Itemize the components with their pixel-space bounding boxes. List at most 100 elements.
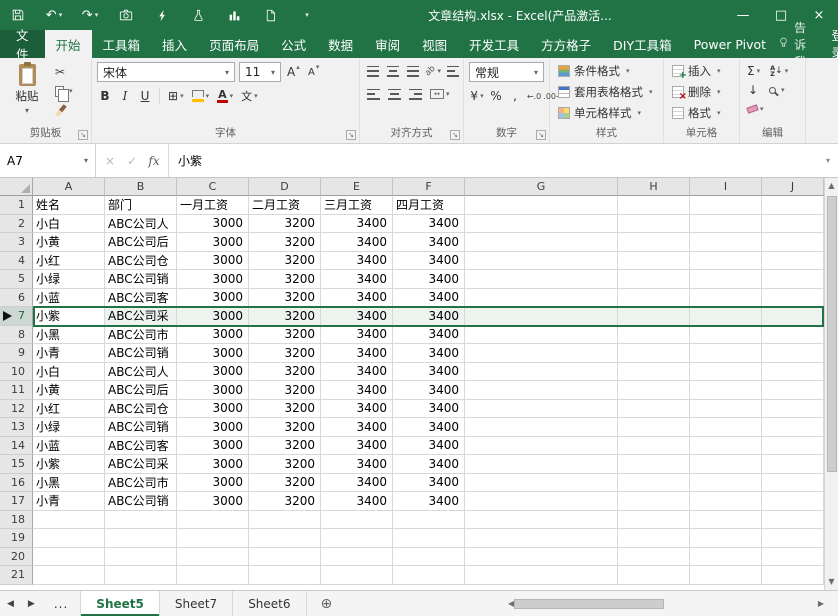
- cell-J8[interactable]: [762, 326, 824, 345]
- cell-J4[interactable]: [762, 252, 824, 271]
- cell-J5[interactable]: [762, 270, 824, 289]
- cell-C2[interactable]: 3000: [177, 215, 249, 234]
- cell-J13[interactable]: [762, 418, 824, 437]
- cell-J20[interactable]: [762, 548, 824, 567]
- tab-Power Pivot[interactable]: Power Pivot: [683, 30, 777, 58]
- cell-A14[interactable]: 小蓝: [33, 437, 105, 456]
- cell-H9[interactable]: [618, 344, 690, 363]
- tab-开发工具[interactable]: 开发工具: [458, 30, 530, 58]
- columns-chart-icon[interactable]: [224, 3, 244, 27]
- cell-H11[interactable]: [618, 381, 690, 400]
- tab-视图[interactable]: 视图: [411, 30, 458, 58]
- fill-color-button[interactable]: ▾: [190, 87, 212, 105]
- row-header-2[interactable]: 2: [0, 215, 33, 234]
- alignment-dialog-launcher[interactable]: ↘: [450, 130, 460, 140]
- cell-E19[interactable]: [321, 529, 393, 548]
- cell-F13[interactable]: 3400: [393, 418, 465, 437]
- cell-A4[interactable]: 小红: [33, 252, 105, 271]
- cell-G17[interactable]: [465, 492, 618, 511]
- clipboard-dialog-launcher[interactable]: ↘: [78, 130, 88, 140]
- qat-customize-icon[interactable]: ▾: [296, 3, 316, 27]
- new-sheet-button[interactable]: ⊕: [307, 596, 347, 612]
- cell-G10[interactable]: [465, 363, 618, 382]
- cell-C16[interactable]: 3000: [177, 474, 249, 493]
- cell-I12[interactable]: [690, 400, 762, 419]
- phonetic-button[interactable]: 文▾: [239, 87, 260, 105]
- cell-G15[interactable]: [465, 455, 618, 474]
- cell-D21[interactable]: [249, 566, 321, 585]
- cell-B18[interactable]: [105, 511, 177, 530]
- cell-G14[interactable]: [465, 437, 618, 456]
- cell-D18[interactable]: [249, 511, 321, 530]
- undo-icon[interactable]: ↶▾: [44, 3, 64, 27]
- cell-G20[interactable]: [465, 548, 618, 567]
- cell-J21[interactable]: [762, 566, 824, 585]
- cell-E13[interactable]: 3400: [321, 418, 393, 437]
- cell-G19[interactable]: [465, 529, 618, 548]
- cell-B7[interactable]: ABC公司采: [105, 307, 177, 326]
- autosum-button[interactable]: Σ▾: [745, 62, 762, 80]
- cell-I13[interactable]: [690, 418, 762, 437]
- cell-H10[interactable]: [618, 363, 690, 382]
- cell-D20[interactable]: [249, 548, 321, 567]
- cell-I1[interactable]: [690, 196, 762, 215]
- cell-G9[interactable]: [465, 344, 618, 363]
- insert-function-icon[interactable]: fx: [143, 154, 165, 168]
- cell-I21[interactable]: [690, 566, 762, 585]
- cell-J15[interactable]: [762, 455, 824, 474]
- tab-公式[interactable]: 公式: [270, 30, 317, 58]
- cell-C10[interactable]: 3000: [177, 363, 249, 382]
- cell-G11[interactable]: [465, 381, 618, 400]
- cell-C13[interactable]: 3000: [177, 418, 249, 437]
- cell-C4[interactable]: 3000: [177, 252, 249, 271]
- cell-H13[interactable]: [618, 418, 690, 437]
- cell-F18[interactable]: [393, 511, 465, 530]
- cell-G8[interactable]: [465, 326, 618, 345]
- cell-A10[interactable]: 小白: [33, 363, 105, 382]
- cell-A15[interactable]: 小紫: [33, 455, 105, 474]
- cell-E8[interactable]: 3400: [321, 326, 393, 345]
- cell-I20[interactable]: [690, 548, 762, 567]
- sheet-nav-left-icon[interactable]: ◀: [0, 599, 21, 609]
- column-header-G[interactable]: G: [465, 178, 618, 196]
- scroll-up-icon[interactable]: ▲: [828, 178, 834, 194]
- sheet-tab-Sheet6[interactable]: Sheet6: [233, 591, 306, 616]
- row-header-15[interactable]: 15: [0, 455, 33, 474]
- row-header-4[interactable]: 4: [0, 252, 33, 271]
- cell-D19[interactable]: [249, 529, 321, 548]
- scroll-right-icon[interactable]: ▶: [818, 596, 824, 612]
- cell-J3[interactable]: [762, 233, 824, 252]
- cell-G1[interactable]: [465, 196, 618, 215]
- cell-A3[interactable]: 小黄: [33, 233, 105, 252]
- row-header-18[interactable]: 18: [0, 511, 33, 530]
- cell-C3[interactable]: 3000: [177, 233, 249, 252]
- row-header-7[interactable]: 7: [0, 307, 33, 326]
- cell-C18[interactable]: [177, 511, 249, 530]
- column-header-A[interactable]: A: [33, 178, 105, 196]
- column-header-B[interactable]: B: [105, 178, 177, 196]
- cell-J17[interactable]: [762, 492, 824, 511]
- cell-A13[interactable]: 小绿: [33, 418, 105, 437]
- cell-E16[interactable]: 3400: [321, 474, 393, 493]
- minimize-button[interactable]: —: [724, 0, 762, 30]
- cell-H15[interactable]: [618, 455, 690, 474]
- tab-数据[interactable]: 数据: [317, 30, 364, 58]
- cell-F1[interactable]: 四月工资: [393, 196, 465, 215]
- tab-页面布局[interactable]: 页面布局: [198, 30, 270, 58]
- cell-F2[interactable]: 3400: [393, 215, 465, 234]
- cell-E18[interactable]: [321, 511, 393, 530]
- column-header-J[interactable]: J: [762, 178, 824, 196]
- column-header-I[interactable]: I: [690, 178, 762, 196]
- italic-button[interactable]: I: [117, 87, 133, 105]
- cell-I14[interactable]: [690, 437, 762, 456]
- cell-A20[interactable]: [33, 548, 105, 567]
- format-as-table-button[interactable]: 套用表格格式▾: [555, 81, 658, 102]
- column-header-D[interactable]: D: [249, 178, 321, 196]
- cell-G21[interactable]: [465, 566, 618, 585]
- format-painter-button[interactable]: [55, 102, 73, 118]
- cell-F4[interactable]: 3400: [393, 252, 465, 271]
- column-header-F[interactable]: F: [393, 178, 465, 196]
- cell-H18[interactable]: [618, 511, 690, 530]
- align-right-button[interactable]: [407, 85, 424, 103]
- cell-C12[interactable]: 3000: [177, 400, 249, 419]
